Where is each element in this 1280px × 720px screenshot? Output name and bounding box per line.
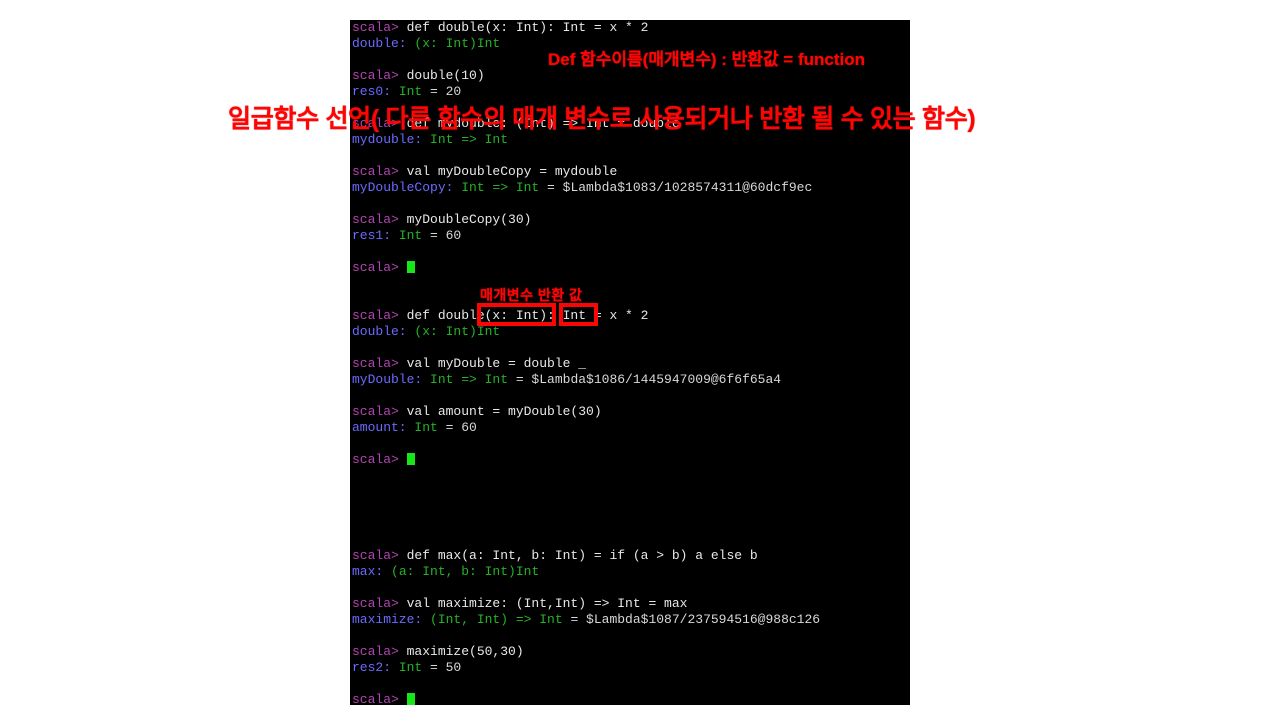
terminal-prompt: scala>	[352, 164, 407, 179]
highlight-box-return-type	[559, 303, 598, 326]
terminal-result-name: max:	[352, 564, 392, 579]
terminal-result-value: = 60	[437, 420, 477, 435]
annotation-first-class-function: 일급함수 선언( 다른 함수의 매개 변수로 사용되거나 반환 될 수 있는 함…	[228, 105, 976, 133]
terminal-command-text: val amount = myDouble(30)	[406, 404, 602, 419]
terminal-cursor-icon	[406, 693, 415, 705]
terminal-result-type: (a: Int, b: Int)Int	[391, 564, 540, 579]
terminal-command-line: scala> def double(x: Int): Int = x * 2	[350, 20, 910, 36]
terminal-command-line: scala> double(10)	[350, 68, 910, 84]
terminal-result-value: = $Lambda$1083/1028574311@60dcf9ec	[539, 180, 813, 195]
terminal-result-type: Int	[398, 228, 423, 243]
terminal-result-type: Int	[398, 84, 423, 99]
terminal-prompt: scala>	[352, 356, 407, 371]
terminal-result-type: Int => Int	[430, 372, 509, 387]
terminal-prompt: scala>	[352, 308, 407, 323]
terminal-prompt: scala>	[352, 692, 407, 705]
terminal-command-text: def max(a: Int, b: Int) = if (a > b) a e…	[406, 548, 758, 563]
terminal-cursor-icon	[406, 261, 415, 273]
terminal-cursor-icon	[406, 453, 415, 465]
terminal-command-line: scala> def double(x: Int): Int = x * 2	[350, 308, 910, 324]
terminal-result-name: double:	[352, 324, 415, 339]
terminal-prompt: scala>	[352, 260, 407, 275]
terminal-result-line: myDouble: Int => Int = $Lambda$1086/1445…	[350, 372, 910, 388]
terminal-command-line: scala> val amount = myDouble(30)	[350, 404, 910, 420]
terminal-result-name: amount:	[352, 420, 415, 435]
annotation-param-return-label: 매개변수 반환 값	[480, 287, 583, 303]
terminal-prompt: scala>	[352, 644, 407, 659]
terminal-result-type: (x: Int)Int	[414, 36, 501, 51]
terminal-active-prompt-line: scala>	[350, 260, 910, 276]
terminal-prompt: scala>	[352, 548, 407, 563]
terminal-result-line: double: (x: Int)Int	[350, 324, 910, 340]
terminal-result-type: Int => Int	[461, 180, 540, 195]
terminal-prompt: scala>	[352, 596, 407, 611]
terminal-command-line: scala> myDoubleCopy(30)	[350, 212, 910, 228]
terminal-command-text: maximize(50,30)	[406, 644, 524, 659]
terminal-result-name: myDoubleCopy:	[352, 180, 462, 195]
terminal-result-line: res2: Int = 50	[350, 660, 910, 676]
terminal-result-line: res0: Int = 20	[350, 84, 910, 100]
terminal-prompt: scala>	[352, 452, 407, 467]
terminal-result-type: (x: Int)Int	[414, 324, 501, 339]
terminal-result-type: Int	[414, 420, 438, 435]
terminal-command-text: myDoubleCopy(30)	[406, 212, 532, 227]
terminal-result-name: res0:	[352, 84, 399, 99]
terminal-command-line: scala> def max(a: Int, b: Int) = if (a >…	[350, 548, 910, 564]
terminal-result-name: res1:	[352, 228, 399, 243]
terminal-command-text: def double(x: Int): Int = x * 2	[406, 20, 649, 35]
terminal-active-prompt-line: scala>	[350, 452, 910, 468]
terminal-command-line: scala> val myDoubleCopy = mydouble	[350, 164, 910, 180]
terminal-command-line: scala> val maximize: (Int,Int) => Int = …	[350, 596, 910, 612]
terminal-prompt: scala>	[352, 404, 407, 419]
terminal-command-text: val myDouble = double _	[406, 356, 587, 371]
terminal-result-line: maximize: (Int, Int) => Int = $Lambda$10…	[350, 612, 910, 628]
terminal-result-value: = 50	[422, 660, 462, 675]
terminal-command-text: val myDoubleCopy = mydouble	[406, 164, 618, 179]
terminal-result-value: = $Lambda$1086/1445947009@6f6f65a4	[508, 372, 782, 387]
terminal-command-line: scala> val myDouble = double _	[350, 356, 910, 372]
terminal-result-name: myDouble:	[352, 372, 431, 387]
terminal-prompt: scala>	[352, 68, 407, 83]
terminal-result-name: res2:	[352, 660, 399, 675]
annotation-def-signature: Def 함수이름(매개변수) : 반환값 = function	[548, 50, 865, 69]
terminal-command-text: double(10)	[406, 68, 485, 83]
highlight-box-parameter	[477, 303, 556, 326]
terminal-result-type: (Int, Int) => Int	[430, 612, 563, 627]
terminal-prompt: scala>	[352, 212, 407, 227]
terminal-command-line: scala> maximize(50,30)	[350, 644, 910, 660]
terminal-result-value: = 20	[422, 84, 462, 99]
terminal-result-name: double:	[352, 36, 415, 51]
terminal-result-value: = 60	[422, 228, 462, 243]
terminal-result-line: max: (a: Int, b: Int)Int	[350, 564, 910, 580]
terminal-active-prompt-line: scala>	[350, 692, 910, 705]
terminal-result-line: amount: Int = 60	[350, 420, 910, 436]
terminal-prompt: scala>	[352, 20, 407, 35]
terminal-result-value: = $Lambda$1087/237594516@988c126	[562, 612, 821, 627]
terminal-result-type: Int	[398, 660, 423, 675]
terminal-result-line: myDoubleCopy: Int => Int = $Lambda$1083/…	[350, 180, 910, 196]
terminal-command-text: val maximize: (Int,Int) => Int = max	[406, 596, 688, 611]
terminal-result-name: maximize:	[352, 612, 431, 627]
terminal-result-line: res1: Int = 60	[350, 228, 910, 244]
